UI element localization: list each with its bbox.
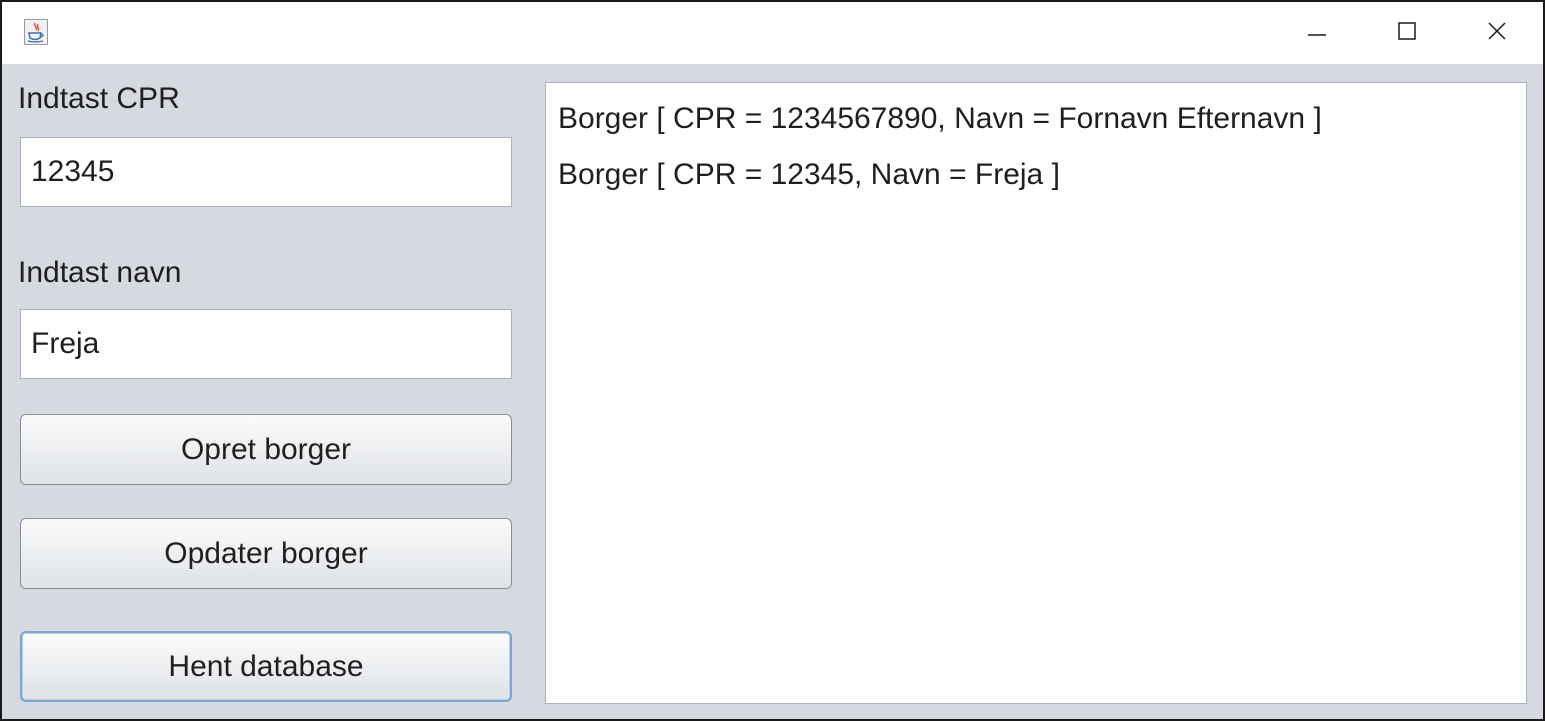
output-text-area[interactable]: Borger [ CPR = 1234567890, Navn = Fornav… <box>545 82 1527 704</box>
maximize-icon <box>1396 20 1418 47</box>
close-icon <box>1486 20 1508 47</box>
close-button[interactable] <box>1452 2 1542 64</box>
minimize-button[interactable] <box>1272 2 1362 64</box>
update-citizen-button[interactable]: Opdater borger <box>20 518 512 589</box>
name-input[interactable] <box>20 309 512 379</box>
create-citizen-button[interactable]: Opret borger <box>20 414 512 485</box>
app-window: Indtast CPR Indtast navn Opret borger Op… <box>0 0 1545 721</box>
cpr-input[interactable] <box>20 137 512 207</box>
cpr-label: Indtast CPR <box>18 82 180 115</box>
title-bar[interactable] <box>2 2 1543 64</box>
output-line: Borger [ CPR = 1234567890, Navn = Fornav… <box>558 102 1322 135</box>
maximize-button[interactable] <box>1362 2 1452 64</box>
java-cup-icon <box>24 19 48 45</box>
output-line: Borger [ CPR = 12345, Navn = Freja ] <box>558 158 1060 191</box>
main-panel: Indtast CPR Indtast navn Opret borger Op… <box>2 64 1543 719</box>
minimize-icon <box>1306 20 1328 47</box>
name-label: Indtast navn <box>18 256 182 289</box>
fetch-database-button[interactable]: Hent database <box>20 631 512 702</box>
